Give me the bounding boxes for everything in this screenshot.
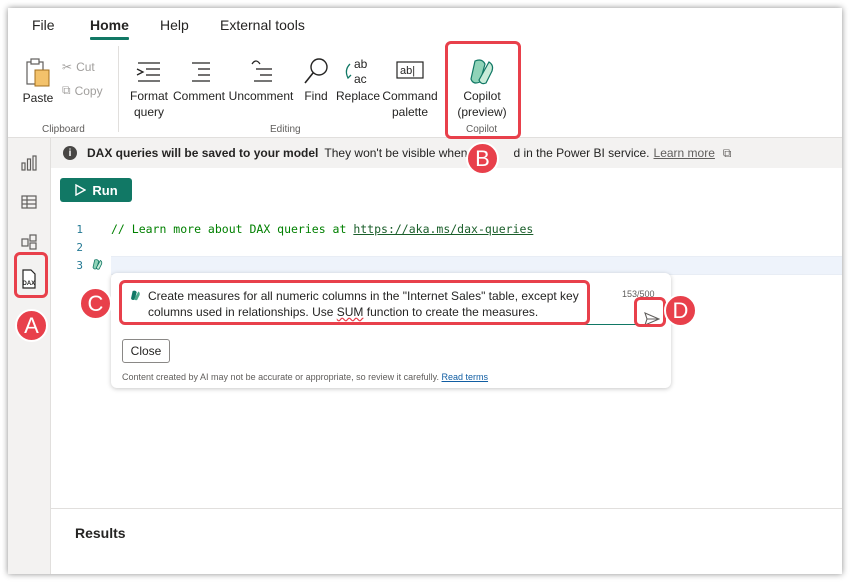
ai-disclaimer: Content created by AI may not be accurat… (122, 372, 488, 382)
menu-external-tools[interactable]: External tools (220, 17, 305, 33)
run-button[interactable]: Run (60, 178, 132, 202)
replace-icon: ab ac (345, 57, 368, 86)
uncomment-button[interactable]: Uncomment (228, 56, 294, 104)
run-label: Run (92, 182, 118, 198)
info-message-2: d in the Power BI service. (513, 146, 650, 160)
find-button[interactable]: Find (300, 56, 332, 104)
cut-label: Cut (76, 60, 95, 74)
line-number: 1 (76, 223, 83, 236)
find-label: Find (304, 89, 328, 103)
line-number: 3 (76, 259, 83, 272)
model-icon (21, 234, 37, 250)
format-query-label: Format (129, 89, 168, 103)
format-query-label-2: query (133, 105, 165, 119)
cut-button[interactable]: ✂ Cut (62, 60, 95, 74)
command-palette-label: Command (382, 89, 438, 103)
callout-badge-d: D (664, 294, 697, 327)
paste-icon (26, 58, 50, 87)
comment-button[interactable]: Comment (172, 56, 226, 104)
play-icon (75, 184, 87, 196)
report-view-button[interactable] (16, 150, 42, 176)
copy-icon: ⧉ (62, 83, 71, 97)
replace-label: Replace (336, 89, 381, 103)
callout-highlight-b (445, 41, 521, 139)
menu-bar: File Home Help External tools (8, 8, 842, 40)
format-query-icon (136, 62, 160, 82)
left-rail: DAX (8, 138, 51, 574)
divider (118, 46, 119, 132)
svg-text:ab: ab (354, 57, 368, 71)
app-window: File Home Help External tools Paste ✂ Cu… (8, 8, 842, 574)
comment-label: Comment (172, 89, 225, 103)
learn-more-link[interactable]: Learn more (654, 146, 715, 160)
code-url-link[interactable]: https://aka.ms/dax-queries (353, 222, 533, 236)
copilot-inline-icon[interactable] (91, 258, 104, 271)
copy-label: Copy (74, 83, 103, 98)
callout-badge-a: A (15, 309, 48, 342)
cut-icon: ✂ (62, 60, 73, 74)
code-line-1: // Learn more about DAX queries at https… (111, 222, 533, 236)
uncomment-icon (251, 60, 272, 82)
menu-help[interactable]: Help (160, 17, 189, 33)
command-palette-label-2: palette (391, 105, 429, 119)
results-divider (51, 508, 842, 509)
table-view-button[interactable] (16, 189, 42, 215)
callout-badge-c: C (79, 287, 112, 320)
paste-label: Paste (22, 91, 54, 105)
info-title: DAX queries will be saved to your model (87, 146, 319, 160)
paste-button[interactable]: Paste (20, 56, 56, 106)
bar-chart-icon (21, 155, 37, 171)
read-terms-link[interactable]: Read terms (442, 372, 489, 382)
callout-badge-b: B (466, 142, 499, 175)
clipboard-group-label: Clipboard (42, 124, 85, 135)
info-icon: i (63, 146, 77, 160)
callout-highlight-a (14, 252, 48, 298)
copy-button[interactable]: ⧉ Copy (62, 83, 103, 98)
command-palette-button[interactable]: ab| Command palette (382, 56, 438, 120)
callout-highlight-c (119, 280, 590, 325)
info-message: They won't be visible when p (324, 146, 478, 160)
close-button[interactable]: Close (122, 339, 170, 363)
search-icon (304, 58, 328, 84)
comment-icon (192, 62, 210, 82)
info-bar: i DAX queries will be saved to your mode… (51, 138, 842, 168)
disclaimer-text: Content created by AI may not be accurat… (122, 372, 439, 382)
table-icon (21, 195, 37, 209)
svg-text:ac: ac (354, 72, 367, 86)
menu-file[interactable]: File (32, 17, 55, 33)
uncomment-label: Uncomment (228, 89, 294, 103)
line-number: 2 (76, 241, 83, 254)
command-palette-icon: ab| (396, 61, 424, 79)
callout-highlight-d (634, 297, 666, 327)
editing-group-label: Editing (270, 124, 301, 135)
code-comment: // Learn more about DAX queries at (111, 222, 354, 236)
replace-button[interactable]: ab ac Replace (336, 56, 380, 104)
svg-text:ab|: ab| (400, 65, 415, 77)
results-heading: Results (75, 525, 126, 541)
external-link-icon: ⧉ (722, 145, 732, 160)
ribbon: Paste ✂ Cut ⧉ Copy Clipboard Format quer… (8, 40, 842, 138)
menu-home[interactable]: Home (90, 17, 129, 33)
format-query-button[interactable]: Format query (128, 56, 170, 120)
